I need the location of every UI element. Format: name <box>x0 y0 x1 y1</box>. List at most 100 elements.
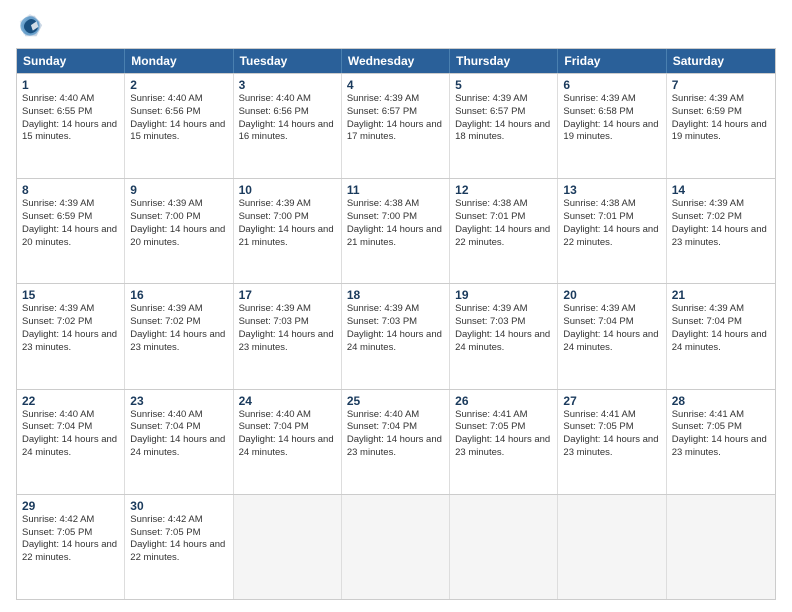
cell-info: Sunrise: 4:39 AMSunset: 6:58 PMDaylight:… <box>563 93 660 144</box>
logo <box>16 12 48 40</box>
day-cell-3: 3Sunrise: 4:40 AMSunset: 6:56 PMDaylight… <box>234 74 342 178</box>
empty-cell <box>234 495 342 599</box>
day-cell-21: 21Sunrise: 4:39 AMSunset: 7:04 PMDayligh… <box>667 284 775 388</box>
day-number: 19 <box>455 288 552 302</box>
day-number: 6 <box>563 78 660 92</box>
day-cell-30: 30Sunrise: 4:42 AMSunset: 7:05 PMDayligh… <box>125 495 233 599</box>
cell-info: Sunrise: 4:39 AMSunset: 7:02 PMDaylight:… <box>672 198 770 249</box>
day-cell-1: 1Sunrise: 4:40 AMSunset: 6:55 PMDaylight… <box>17 74 125 178</box>
day-cell-14: 14Sunrise: 4:39 AMSunset: 7:02 PMDayligh… <box>667 179 775 283</box>
day-number: 23 <box>130 394 227 408</box>
cell-info: Sunrise: 4:39 AMSunset: 7:04 PMDaylight:… <box>672 303 770 354</box>
cell-info: Sunrise: 4:39 AMSunset: 6:57 PMDaylight:… <box>347 93 444 144</box>
day-number: 3 <box>239 78 336 92</box>
cell-info: Sunrise: 4:39 AMSunset: 7:00 PMDaylight:… <box>239 198 336 249</box>
day-number: 7 <box>672 78 770 92</box>
day-cell-12: 12Sunrise: 4:38 AMSunset: 7:01 PMDayligh… <box>450 179 558 283</box>
day-number: 14 <box>672 183 770 197</box>
calendar-header: SundayMondayTuesdayWednesdayThursdayFrid… <box>17 49 775 73</box>
day-cell-17: 17Sunrise: 4:39 AMSunset: 7:03 PMDayligh… <box>234 284 342 388</box>
logo-icon <box>16 12 44 40</box>
day-number: 9 <box>130 183 227 197</box>
day-number: 26 <box>455 394 552 408</box>
day-number: 12 <box>455 183 552 197</box>
cell-info: Sunrise: 4:39 AMSunset: 6:57 PMDaylight:… <box>455 93 552 144</box>
empty-cell <box>558 495 666 599</box>
cell-info: Sunrise: 4:40 AMSunset: 6:56 PMDaylight:… <box>130 93 227 144</box>
day-cell-11: 11Sunrise: 4:38 AMSunset: 7:00 PMDayligh… <box>342 179 450 283</box>
day-cell-27: 27Sunrise: 4:41 AMSunset: 7:05 PMDayligh… <box>558 390 666 494</box>
cell-info: Sunrise: 4:40 AMSunset: 7:04 PMDaylight:… <box>130 409 227 460</box>
cell-info: Sunrise: 4:42 AMSunset: 7:05 PMDaylight:… <box>130 514 227 565</box>
day-number: 30 <box>130 499 227 513</box>
header-day-tuesday: Tuesday <box>234 49 342 73</box>
day-cell-25: 25Sunrise: 4:40 AMSunset: 7:04 PMDayligh… <box>342 390 450 494</box>
calendar-body: 1Sunrise: 4:40 AMSunset: 6:55 PMDaylight… <box>17 73 775 599</box>
day-cell-4: 4Sunrise: 4:39 AMSunset: 6:57 PMDaylight… <box>342 74 450 178</box>
day-number: 8 <box>22 183 119 197</box>
day-cell-22: 22Sunrise: 4:40 AMSunset: 7:04 PMDayligh… <box>17 390 125 494</box>
cell-info: Sunrise: 4:39 AMSunset: 7:03 PMDaylight:… <box>239 303 336 354</box>
header-day-monday: Monday <box>125 49 233 73</box>
day-cell-18: 18Sunrise: 4:39 AMSunset: 7:03 PMDayligh… <box>342 284 450 388</box>
header <box>16 12 776 40</box>
day-cell-23: 23Sunrise: 4:40 AMSunset: 7:04 PMDayligh… <box>125 390 233 494</box>
cell-info: Sunrise: 4:41 AMSunset: 7:05 PMDaylight:… <box>672 409 770 460</box>
cell-info: Sunrise: 4:40 AMSunset: 7:04 PMDaylight:… <box>22 409 119 460</box>
header-day-saturday: Saturday <box>667 49 775 73</box>
cell-info: Sunrise: 4:39 AMSunset: 6:59 PMDaylight:… <box>672 93 770 144</box>
day-cell-19: 19Sunrise: 4:39 AMSunset: 7:03 PMDayligh… <box>450 284 558 388</box>
day-cell-16: 16Sunrise: 4:39 AMSunset: 7:02 PMDayligh… <box>125 284 233 388</box>
day-number: 24 <box>239 394 336 408</box>
calendar-row-5: 29Sunrise: 4:42 AMSunset: 7:05 PMDayligh… <box>17 494 775 599</box>
cell-info: Sunrise: 4:38 AMSunset: 7:01 PMDaylight:… <box>563 198 660 249</box>
header-day-friday: Friday <box>558 49 666 73</box>
cell-info: Sunrise: 4:38 AMSunset: 7:00 PMDaylight:… <box>347 198 444 249</box>
calendar: SundayMondayTuesdayWednesdayThursdayFrid… <box>16 48 776 600</box>
header-day-thursday: Thursday <box>450 49 558 73</box>
day-number: 13 <box>563 183 660 197</box>
cell-info: Sunrise: 4:40 AMSunset: 7:04 PMDaylight:… <box>347 409 444 460</box>
cell-info: Sunrise: 4:39 AMSunset: 7:03 PMDaylight:… <box>347 303 444 354</box>
header-day-sunday: Sunday <box>17 49 125 73</box>
cell-info: Sunrise: 4:38 AMSunset: 7:01 PMDaylight:… <box>455 198 552 249</box>
day-number: 16 <box>130 288 227 302</box>
calendar-row-3: 15Sunrise: 4:39 AMSunset: 7:02 PMDayligh… <box>17 283 775 388</box>
day-number: 2 <box>130 78 227 92</box>
day-cell-2: 2Sunrise: 4:40 AMSunset: 6:56 PMDaylight… <box>125 74 233 178</box>
day-number: 10 <box>239 183 336 197</box>
day-cell-26: 26Sunrise: 4:41 AMSunset: 7:05 PMDayligh… <box>450 390 558 494</box>
day-number: 1 <box>22 78 119 92</box>
day-cell-5: 5Sunrise: 4:39 AMSunset: 6:57 PMDaylight… <box>450 74 558 178</box>
day-cell-9: 9Sunrise: 4:39 AMSunset: 7:00 PMDaylight… <box>125 179 233 283</box>
day-number: 5 <box>455 78 552 92</box>
day-cell-7: 7Sunrise: 4:39 AMSunset: 6:59 PMDaylight… <box>667 74 775 178</box>
empty-cell <box>342 495 450 599</box>
day-cell-29: 29Sunrise: 4:42 AMSunset: 7:05 PMDayligh… <box>17 495 125 599</box>
day-cell-20: 20Sunrise: 4:39 AMSunset: 7:04 PMDayligh… <box>558 284 666 388</box>
cell-info: Sunrise: 4:39 AMSunset: 7:00 PMDaylight:… <box>130 198 227 249</box>
day-cell-8: 8Sunrise: 4:39 AMSunset: 6:59 PMDaylight… <box>17 179 125 283</box>
day-cell-24: 24Sunrise: 4:40 AMSunset: 7:04 PMDayligh… <box>234 390 342 494</box>
calendar-row-4: 22Sunrise: 4:40 AMSunset: 7:04 PMDayligh… <box>17 389 775 494</box>
day-cell-15: 15Sunrise: 4:39 AMSunset: 7:02 PMDayligh… <box>17 284 125 388</box>
day-number: 25 <box>347 394 444 408</box>
cell-info: Sunrise: 4:39 AMSunset: 6:59 PMDaylight:… <box>22 198 119 249</box>
cell-info: Sunrise: 4:40 AMSunset: 6:55 PMDaylight:… <box>22 93 119 144</box>
day-number: 21 <box>672 288 770 302</box>
cell-info: Sunrise: 4:39 AMSunset: 7:03 PMDaylight:… <box>455 303 552 354</box>
calendar-row-2: 8Sunrise: 4:39 AMSunset: 6:59 PMDaylight… <box>17 178 775 283</box>
day-number: 4 <box>347 78 444 92</box>
day-number: 11 <box>347 183 444 197</box>
day-number: 20 <box>563 288 660 302</box>
day-cell-6: 6Sunrise: 4:39 AMSunset: 6:58 PMDaylight… <box>558 74 666 178</box>
cell-info: Sunrise: 4:40 AMSunset: 6:56 PMDaylight:… <box>239 93 336 144</box>
cell-info: Sunrise: 4:40 AMSunset: 7:04 PMDaylight:… <box>239 409 336 460</box>
cell-info: Sunrise: 4:41 AMSunset: 7:05 PMDaylight:… <box>563 409 660 460</box>
day-cell-10: 10Sunrise: 4:39 AMSunset: 7:00 PMDayligh… <box>234 179 342 283</box>
day-cell-28: 28Sunrise: 4:41 AMSunset: 7:05 PMDayligh… <box>667 390 775 494</box>
calendar-row-1: 1Sunrise: 4:40 AMSunset: 6:55 PMDaylight… <box>17 73 775 178</box>
empty-cell <box>450 495 558 599</box>
day-number: 27 <box>563 394 660 408</box>
day-number: 22 <box>22 394 119 408</box>
